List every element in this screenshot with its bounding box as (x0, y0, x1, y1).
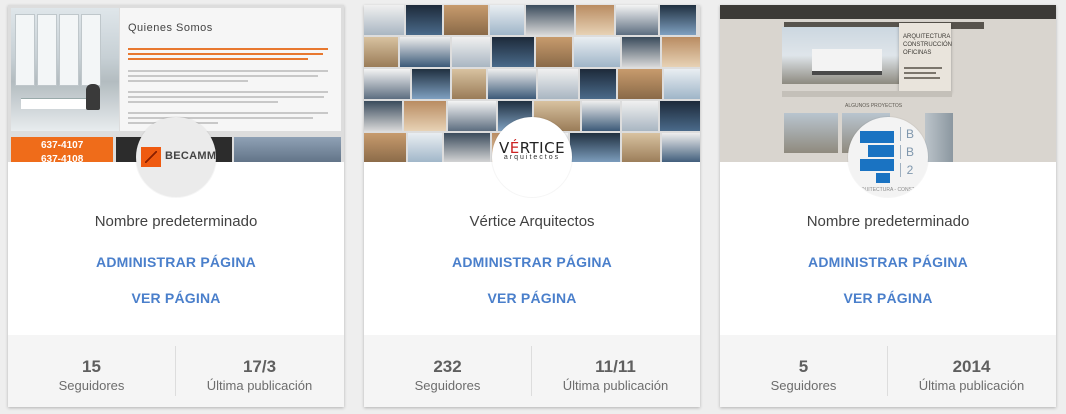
phone-number: 637-4108 (41, 154, 84, 162)
collage-photo (404, 101, 446, 131)
last-post-value: 17/3 (242, 357, 277, 376)
followers-count: 232 (433, 357, 462, 376)
collage-photo (616, 5, 658, 35)
page-name: Vértice Arquitectos (469, 213, 595, 230)
last-post-label: Última publicación (206, 378, 313, 393)
cover-heading: Quienes Somos (128, 22, 213, 34)
page-name: Nombre predeterminado (806, 213, 970, 230)
collage-photo (618, 69, 662, 99)
collage-photo (660, 101, 700, 131)
collage-photo (570, 133, 620, 162)
office-photo (11, 8, 119, 131)
collage-photo (492, 37, 534, 67)
view-page-link[interactable]: VER PÁGINA (720, 290, 1056, 306)
cover-text-panel: Quienes Somos (120, 8, 341, 131)
last-post-stat: 11/11 Última publicación (532, 335, 699, 407)
cover-panel: ARQUITECTURA CONSTRUCCIÓN OFICINAS (899, 23, 952, 93)
last-post-stat: 17/3 Última publicación (176, 335, 343, 407)
manage-page-link[interactable]: ADMINISTRAR PÁGINA (364, 254, 700, 270)
collage-photo (662, 37, 700, 67)
page-avatar[interactable]: B B 2 ARQUITECTURA - CONSTRU (848, 117, 928, 197)
collage-photo (364, 133, 406, 162)
page-name: Nombre predeterminado (94, 213, 258, 230)
collage-photo (536, 37, 572, 67)
collage-photo (526, 5, 574, 35)
collage-photo (444, 5, 488, 35)
followers-label: Seguidores (770, 378, 837, 393)
manage-page-link[interactable]: ADMINISTRAR PÁGINA (8, 254, 344, 270)
page-avatar[interactable]: BECAMM (136, 117, 216, 197)
followers-stat: 232 Seguidores (364, 335, 531, 407)
collage-photo (448, 101, 496, 131)
followers-stat: 5 Seguidores (720, 335, 887, 407)
collage-photo (364, 69, 410, 99)
last-post-label: Última publicación (918, 378, 1025, 393)
page-stats: 5 Seguidores 2014 Última publicación (720, 335, 1056, 407)
collage-photo (364, 37, 398, 67)
hero-photo (782, 27, 899, 84)
collage-photo (538, 69, 578, 99)
followers-label: Seguidores (58, 378, 125, 393)
collage-photo (582, 101, 620, 131)
becamm-logo: BECAMM (141, 147, 216, 169)
section-title: ALGUNOS PROYECTOS (845, 103, 903, 109)
collage-photo (452, 69, 486, 99)
phone-number: 637-4107 (41, 140, 84, 151)
page-avatar[interactable]: VÉRTICE arquitectos (492, 117, 572, 197)
collage-photo (408, 133, 442, 162)
collage-photo (444, 133, 490, 162)
collage-photo (622, 37, 660, 67)
last-post-label: Última publicación (562, 378, 669, 393)
collage-photo (664, 69, 700, 99)
page-card: Quienes Somos 637-4107 637-4108 BECAMM N… (8, 5, 344, 407)
collage-photo (364, 101, 402, 131)
vertice-logo: VÉRTICE arquitectos (498, 139, 566, 161)
manage-page-link[interactable]: ADMINISTRAR PÁGINA (720, 254, 1056, 270)
page-card: VÉRTICE arquitectos Vértice Arquitectos … (364, 5, 700, 407)
phone-banner: 637-4107 637-4108 (11, 137, 113, 162)
page-card: ARQUITECTURA CONSTRUCCIÓN OFICINAS ALGUN… (720, 5, 1056, 407)
collage-photo (488, 69, 536, 99)
followers-label: Seguidores (414, 378, 481, 393)
bb2-logo: B B 2 ARQUITECTURA - CONSTRU (853, 127, 923, 193)
page-stats: 232 Seguidores 11/11 Última publicación (364, 335, 700, 407)
last-post-value: 11/11 (595, 357, 636, 376)
collage-photo (574, 37, 620, 67)
collage-photo (452, 37, 490, 67)
collage-photo (622, 101, 658, 131)
collage-photo (406, 5, 442, 35)
collage-photo (364, 5, 404, 35)
view-page-link[interactable]: VER PÁGINA (8, 290, 344, 306)
collage-photo (576, 5, 614, 35)
collage-photo (412, 69, 450, 99)
collage-photo (660, 5, 696, 35)
page-stats: 15 Seguidores 17/3 Última publicación (8, 335, 344, 407)
last-post-stat: 2014 Última publicación (888, 335, 1055, 407)
last-post-value: 2014 (952, 357, 991, 376)
collage-photo (400, 37, 450, 67)
view-page-link[interactable]: VER PÁGINA (364, 290, 700, 306)
followers-stat: 15 Seguidores (8, 335, 175, 407)
followers-count: 15 (82, 357, 101, 376)
collage-photo (580, 69, 616, 99)
collage-photo (490, 5, 524, 35)
followers-count: 5 (798, 357, 809, 376)
collage-photo (662, 133, 700, 162)
collage-photo (622, 133, 660, 162)
